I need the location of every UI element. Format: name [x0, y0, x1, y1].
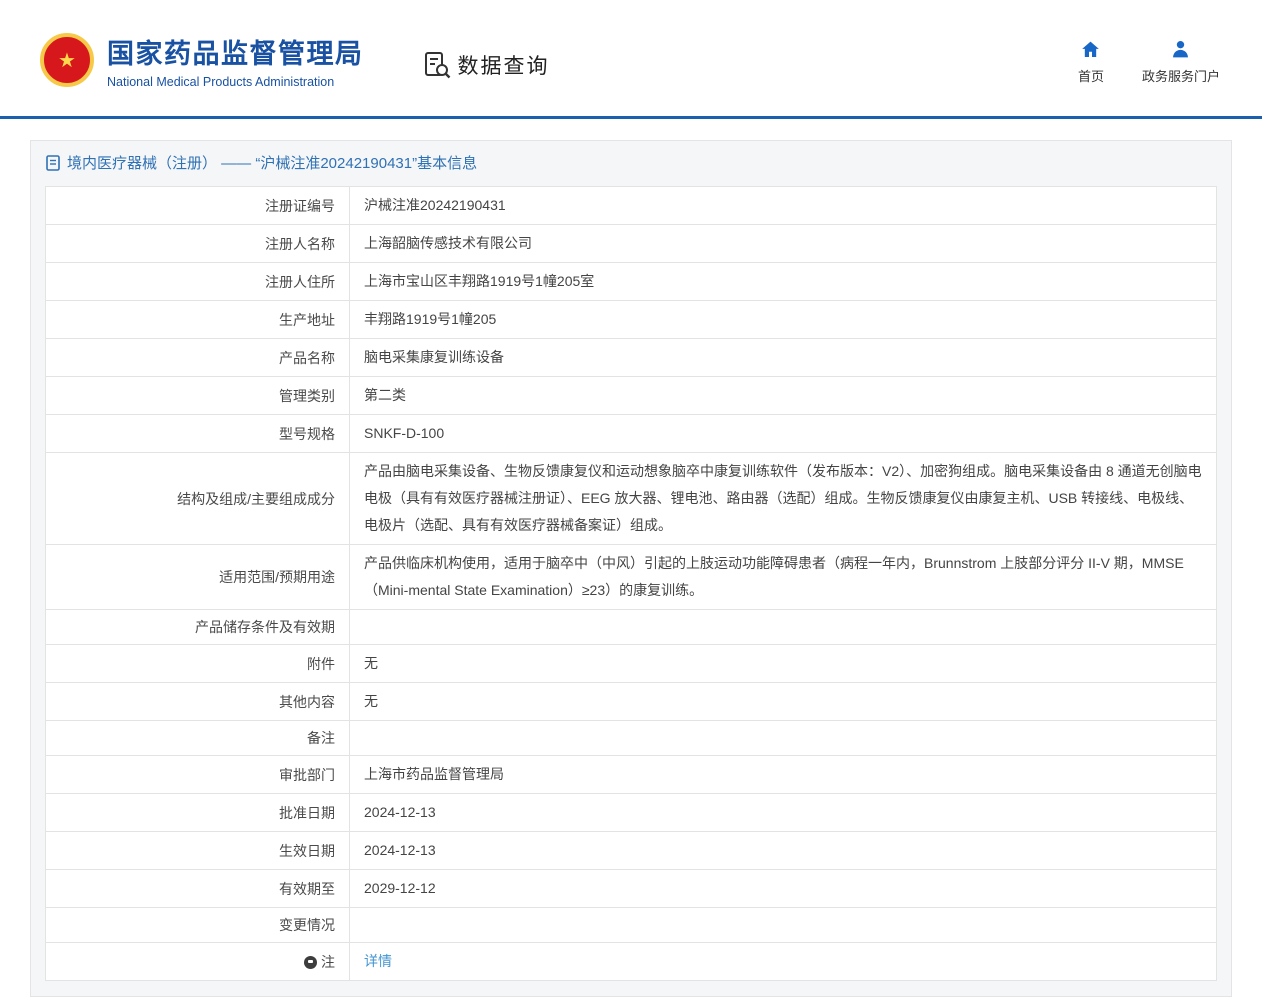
table-row: 生效日期2024-12-13	[46, 832, 1217, 870]
header-branding: ★ 国家药品监督管理局 National Medical Products Ad…	[40, 32, 550, 89]
row-value: SNKF-D-100	[350, 415, 1217, 453]
content-panel: 境内医疗器械（注册） —— “沪械注准20242190431”基本信息 注册证编…	[30, 140, 1232, 997]
row-value: 产品由脑电采集设备、生物反馈康复仪和运动想象脑卒中康复训练软件（发布版本：V2）…	[350, 453, 1217, 545]
data-query-label: 数据查询	[458, 50, 550, 80]
detail-link[interactable]: 详情	[364, 953, 392, 969]
row-label: 有效期至	[46, 870, 350, 908]
data-query-title: 数据查询	[422, 50, 550, 80]
table-row: 注册证编号沪械注准20242190431	[46, 187, 1217, 225]
row-label: 型号规格	[46, 415, 350, 453]
row-value	[350, 610, 1217, 645]
user-icon	[1170, 39, 1191, 60]
table-row: 生产地址丰翔路1919号1幢205	[46, 301, 1217, 339]
table-row: 其他内容无	[46, 683, 1217, 721]
row-label: 变更情况	[46, 908, 350, 943]
row-label: 适用范围/预期用途	[46, 545, 350, 610]
table-row: 适用范围/预期用途产品供临床机构使用，适用于脑卒中（中风）引起的上肢运动功能障碍…	[46, 545, 1217, 610]
table-row: 附件无	[46, 645, 1217, 683]
row-label: 管理类别	[46, 377, 350, 415]
header-nav: 首页 政务服务门户	[1078, 39, 1220, 85]
row-label: 注	[46, 943, 350, 981]
row-value: 沪械注准20242190431	[350, 187, 1217, 225]
note-icon	[304, 956, 317, 969]
nav-portal[interactable]: 政务服务门户	[1142, 39, 1220, 85]
row-value: 详情	[350, 943, 1217, 981]
nav-portal-label: 政务服务门户	[1142, 66, 1220, 85]
row-value: 第二类	[350, 377, 1217, 415]
table-row: 注册人住所上海市宝山区丰翔路1919号1幢205室	[46, 263, 1217, 301]
row-value	[350, 721, 1217, 756]
org-name-en: National Medical Products Administration	[107, 75, 364, 89]
table-row: 备注	[46, 721, 1217, 756]
row-label: 注册人住所	[46, 263, 350, 301]
row-label: 注册证编号	[46, 187, 350, 225]
table-row: 注册人名称上海韶脑传感技术有限公司	[46, 225, 1217, 263]
row-label: 结构及组成/主要组成成分	[46, 453, 350, 545]
row-label: 生效日期	[46, 832, 350, 870]
row-label: 产品储存条件及有效期	[46, 610, 350, 645]
org-name-cn: 国家药品监督管理局	[107, 32, 364, 71]
org-names: 国家药品监督管理局 National Medical Products Admi…	[107, 32, 364, 89]
home-icon	[1080, 39, 1101, 60]
row-label: 附件	[46, 645, 350, 683]
data-query-icon	[422, 50, 452, 80]
row-label: 其他内容	[46, 683, 350, 721]
row-value: 2024-12-13	[350, 794, 1217, 832]
table-row: 产品储存条件及有效期	[46, 610, 1217, 645]
row-label: 产品名称	[46, 339, 350, 377]
table-row: 审批部门上海市药品监督管理局	[46, 756, 1217, 794]
row-value: 产品供临床机构使用，适用于脑卒中（中风）引起的上肢运动功能障碍患者（病程一年内，…	[350, 545, 1217, 610]
row-label: 批准日期	[46, 794, 350, 832]
nav-home-label: 首页	[1078, 66, 1104, 85]
table-row: 产品名称脑电采集康复训练设备	[46, 339, 1217, 377]
row-label: 审批部门	[46, 756, 350, 794]
page-title-text: 境内医疗器械（注册） —— “沪械注准20242190431”基本信息	[67, 152, 477, 173]
table-row: 注详情	[46, 943, 1217, 981]
row-value	[350, 908, 1217, 943]
row-value: 无	[350, 645, 1217, 683]
row-value: 上海韶脑传感技术有限公司	[350, 225, 1217, 263]
row-value: 丰翔路1919号1幢205	[350, 301, 1217, 339]
document-icon	[46, 155, 60, 171]
row-label: 注册人名称	[46, 225, 350, 263]
table-row: 变更情况	[46, 908, 1217, 943]
row-value: 无	[350, 683, 1217, 721]
header-divider	[0, 116, 1262, 119]
row-label: 备注	[46, 721, 350, 756]
info-table: 注册证编号沪械注准20242190431注册人名称上海韶脑传感技术有限公司注册人…	[45, 186, 1217, 981]
table-row: 管理类别第二类	[46, 377, 1217, 415]
table-row: 有效期至2029-12-12	[46, 870, 1217, 908]
row-value: 2029-12-12	[350, 870, 1217, 908]
table-row: 型号规格SNKF-D-100	[46, 415, 1217, 453]
row-label: 生产地址	[46, 301, 350, 339]
nav-home[interactable]: 首页	[1078, 39, 1104, 85]
page-title: 境内医疗器械（注册） —— “沪械注准20242190431”基本信息	[31, 141, 1231, 183]
row-value: 脑电采集康复训练设备	[350, 339, 1217, 377]
row-value: 2024-12-13	[350, 832, 1217, 870]
row-value: 上海市药品监督管理局	[350, 756, 1217, 794]
national-emblem-icon: ★	[40, 33, 94, 87]
site-header: ★ 国家药品监督管理局 National Medical Products Ad…	[0, 0, 1262, 116]
table-row: 结构及组成/主要组成成分产品由脑电采集设备、生物反馈康复仪和运动想象脑卒中康复训…	[46, 453, 1217, 545]
row-value: 上海市宝山区丰翔路1919号1幢205室	[350, 263, 1217, 301]
table-row: 批准日期2024-12-13	[46, 794, 1217, 832]
